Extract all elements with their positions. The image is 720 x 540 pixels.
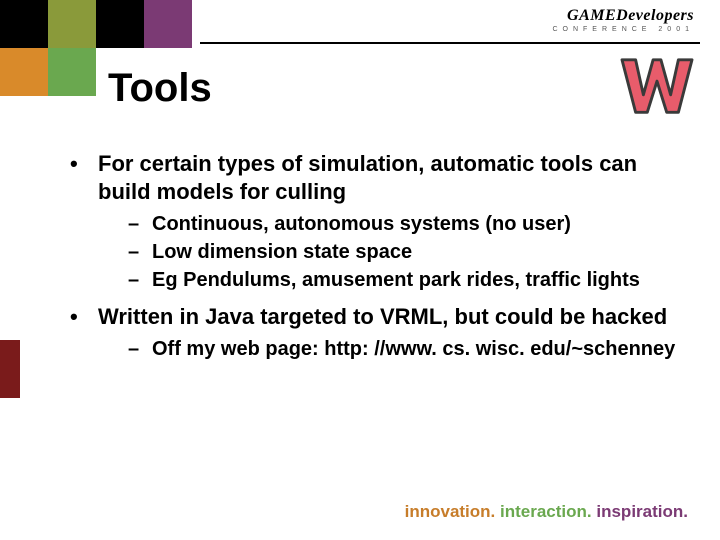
footer-tagline: innovation. interaction. inspiration. [405,502,688,522]
bullet-1-text: For certain types of simulation, automat… [98,151,637,204]
header-rule [200,42,700,44]
brand-logo: GAMEDevelopers CONFERENCE 2001 [552,8,694,33]
wisconsin-w-icon [618,52,696,122]
deco-bar-red [0,340,20,398]
bullet-2-text: Written in Java targeted to VRML, but co… [98,304,667,329]
brand-top: GAMEDevelopers [552,8,694,24]
footer-word-1: innovation. [405,502,496,521]
deco-square-purple [144,0,192,48]
deco-square-orange [0,48,48,96]
bullet-2: Written in Java targeted to VRML, but co… [70,303,680,363]
deco-square-green [48,48,96,96]
slide-title: Tools [108,66,212,111]
slide-content: For certain types of simulation, automat… [70,150,680,373]
deco-square-black-1 [0,0,48,48]
bullet-1-sub-1: Continuous, autonomous systems (no user) [128,212,680,238]
bullet-2-sub-1: Off my web page: http: //www. cs. wisc. … [128,337,680,363]
deco-square-black-2 [96,0,144,48]
deco-square-olive [48,0,96,48]
bullet-1: For certain types of simulation, automat… [70,150,680,293]
bullet-1-sub-2: Low dimension state space [128,240,680,266]
footer-word-3: inspiration. [596,502,688,521]
footer-word-2: interaction. [500,502,592,521]
bullet-1-sub-3: Eg Pendulums, amusement park rides, traf… [128,268,680,294]
brand-sub: CONFERENCE 2001 [552,26,694,33]
